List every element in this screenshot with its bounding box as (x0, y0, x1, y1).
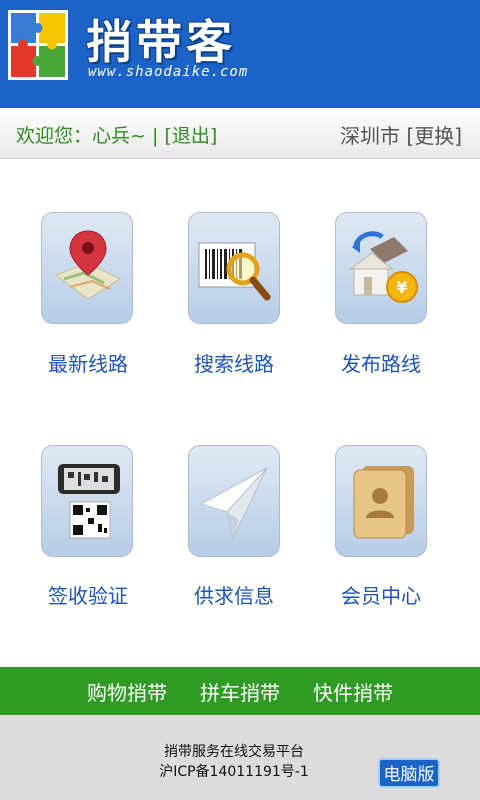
qr-phone-icon (58, 464, 120, 539)
change-city-link[interactable]: [更换] (406, 124, 462, 148)
menu-label-supply-demand[interactable]: 供求信息 (159, 580, 309, 609)
menu-tile-search-routes[interactable] (188, 212, 280, 324)
contact-book-icon (353, 466, 414, 539)
nav-shopping-delivery[interactable]: 购物捎带 (87, 677, 167, 706)
barcode-search-icon (198, 242, 271, 301)
puzzle-logo-icon (8, 10, 68, 80)
welcome-text: 欢迎您：心兵~ | [退出] (16, 121, 217, 148)
paper-plane-icon (199, 467, 268, 540)
menu-label-publish-route[interactable]: 发布路线 (306, 348, 456, 377)
welcome-user: 欢迎您：心兵~ (16, 125, 146, 147)
menu-label-member-center[interactable]: 会员中心 (306, 580, 456, 609)
map-pin-icon (54, 230, 122, 300)
svg-text:¥: ¥ (396, 278, 407, 297)
city-selector: 深圳市 [更换] (340, 120, 462, 149)
menu-tile-publish-route[interactable]: ¥ (335, 212, 427, 324)
nav-carpool-delivery[interactable]: 拼车捎带 (200, 677, 280, 706)
nav-express-delivery[interactable]: 快件捎带 (313, 677, 393, 706)
menu-label-search-routes[interactable]: 搜索线路 (159, 348, 309, 377)
menu-tile-member-center[interactable] (335, 445, 427, 557)
welcome-separator: | (151, 125, 159, 147)
bottom-nav: 购物捎带 拼车捎带 快件捎带 (0, 667, 480, 715)
current-city: 深圳市 (340, 124, 401, 148)
menu-tile-latest-routes[interactable] (41, 212, 133, 324)
menu-label-sign-verify[interactable]: 签收验证 (13, 580, 163, 609)
menu-label-latest-routes[interactable]: 最新线路 (13, 348, 163, 377)
house-coin-icon: ¥ (348, 231, 418, 303)
menu-tile-supply-demand[interactable] (188, 445, 280, 557)
menu-tile-sign-verify[interactable] (41, 445, 133, 557)
brand-name: 捎带客 (86, 15, 236, 69)
brand-url: www.shaodaike.com (88, 64, 249, 80)
user-bar: 欢迎您：心兵~ | [退出] 深圳市 [更换] (0, 108, 480, 159)
footer: 捎带服务在线交易平台 沪ICP备14011191号-1 电脑版 (0, 715, 480, 800)
logout-link[interactable]: [退出] (164, 125, 217, 147)
pc-version-button[interactable]: 电脑版 (378, 758, 440, 788)
app-header: 捎带客 www.shaodaike.com (0, 0, 480, 108)
